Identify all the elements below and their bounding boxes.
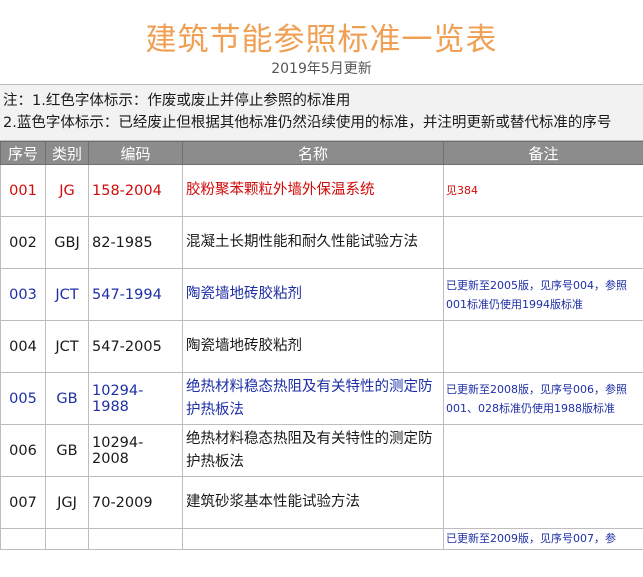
table-row: 已更新至2009版，见序号007，参 bbox=[0, 528, 643, 550]
cell-remark: 已更新至2009版，见序号007，参 bbox=[443, 528, 643, 550]
table-row: 002 GBJ 82-1985 混凝土长期性能和耐久性能试验方法 bbox=[0, 216, 643, 269]
column-header-code: 编码 bbox=[88, 141, 183, 165]
cell-category: JCT bbox=[45, 268, 89, 321]
cell-code: 10294-2008 bbox=[88, 424, 183, 477]
table-row: 005 GB 10294-1988 绝热材料稳态热阻及有关特性的测定防护热板法 已更新至… bbox=[0, 372, 643, 425]
cell-name bbox=[182, 528, 444, 550]
cell-code: 547-2005 bbox=[88, 320, 183, 373]
cell-category: JGJ bbox=[45, 476, 89, 529]
cell-remark bbox=[443, 476, 643, 529]
cell-no: 006 bbox=[0, 424, 46, 477]
column-header-remark: 备注 bbox=[443, 141, 643, 165]
cell-code: 547-1994 bbox=[88, 268, 183, 321]
cell-no: 002 bbox=[0, 216, 46, 269]
page-subtitle: 2019年5月更新 bbox=[271, 61, 372, 77]
cell-remark: 已更新至2005版，见序号004，参照001标准仍使用1994版标准 bbox=[443, 268, 643, 321]
column-header-name: 名称 bbox=[182, 141, 444, 165]
cell-no: 003 bbox=[0, 268, 46, 321]
standards-table: 序号 类别 编码 名称 备注 001 JG 158-2004 胶粉聚苯颗粒外墙外保温系… bbox=[0, 141, 643, 550]
cell-category: GBJ bbox=[45, 216, 89, 269]
cell-name: 绝热材料稳态热阻及有关特性的测定防护热板法 bbox=[182, 372, 444, 425]
cell-remark bbox=[443, 320, 643, 373]
cell-remark: 已更新至2008版，见序号006，参照001、028标准仍使用1988版标准 bbox=[443, 372, 643, 425]
cell-no: 007 bbox=[0, 476, 46, 529]
cell-category: GB bbox=[45, 424, 89, 477]
cell-name: 绝热材料稳态热阻及有关特性的测定防护热板法 bbox=[182, 424, 444, 477]
cell-code: 158-2004 bbox=[88, 164, 183, 217]
cell-name: 陶瓷墙地砖胶粘剂 bbox=[182, 320, 444, 373]
table-header-row: 序号 类别 编码 名称 备注 bbox=[0, 141, 643, 165]
note-line-1: 注：1.红色字体标示：作废或废止并停止参照的标准用 bbox=[3, 93, 351, 109]
table-row: 007 JGJ 70-2009 建筑砂浆基本性能试验方法 bbox=[0, 476, 643, 529]
cell-category bbox=[45, 528, 89, 550]
cell-name: 陶瓷墙地砖胶粘剂 bbox=[182, 268, 444, 321]
page-title: 建筑节能参照标准一览表 bbox=[145, 22, 498, 58]
cell-name: 建筑砂浆基本性能试验方法 bbox=[182, 476, 444, 529]
table-row: 004 JCT 547-2005 陶瓷墙地砖胶粘剂 bbox=[0, 320, 643, 373]
column-header-category: 类别 bbox=[45, 141, 89, 165]
cell-remark bbox=[443, 424, 643, 477]
cell-category: JG bbox=[45, 164, 89, 217]
cell-remark: 见384 bbox=[443, 164, 643, 217]
column-header-no: 序号 bbox=[0, 141, 46, 165]
note-line-2: 2.蓝色字体标示：已经废止但根据其他标准仍然沿续使用的标准，并注明更新或替代标准… bbox=[3, 115, 612, 131]
cell-remark bbox=[443, 216, 643, 269]
cell-no: 001 bbox=[0, 164, 46, 217]
cell-code bbox=[88, 528, 183, 550]
cell-code: 82-1985 bbox=[88, 216, 183, 269]
table-row: 001 JG 158-2004 胶粉聚苯颗粒外墙外保温系统 见384 bbox=[0, 164, 643, 217]
table-row: 006 GB 10294-2008 绝热材料稳态热阻及有关特性的测定防护热板法 bbox=[0, 424, 643, 477]
cell-category: JCT bbox=[45, 320, 89, 373]
cell-code: 70-2009 bbox=[88, 476, 183, 529]
cell-name: 混凝土长期性能和耐久性能试验方法 bbox=[182, 216, 444, 269]
cell-no bbox=[0, 528, 46, 550]
cell-code: 10294-1988 bbox=[88, 372, 183, 425]
cell-no: 004 bbox=[0, 320, 46, 373]
table-row: 003 JCT 547-1994 陶瓷墙地砖胶粘剂 已更新至2005版，见序号004，参… bbox=[0, 268, 643, 321]
cell-name: 胶粉聚苯颗粒外墙外保温系统 bbox=[182, 164, 444, 217]
cell-no: 005 bbox=[0, 372, 46, 425]
notes-box: 注：1.红色字体标示：作废或废止并停止参照的标准用 2.蓝色字体标示：已经废止但… bbox=[0, 84, 643, 141]
cell-category: GB bbox=[45, 372, 89, 425]
